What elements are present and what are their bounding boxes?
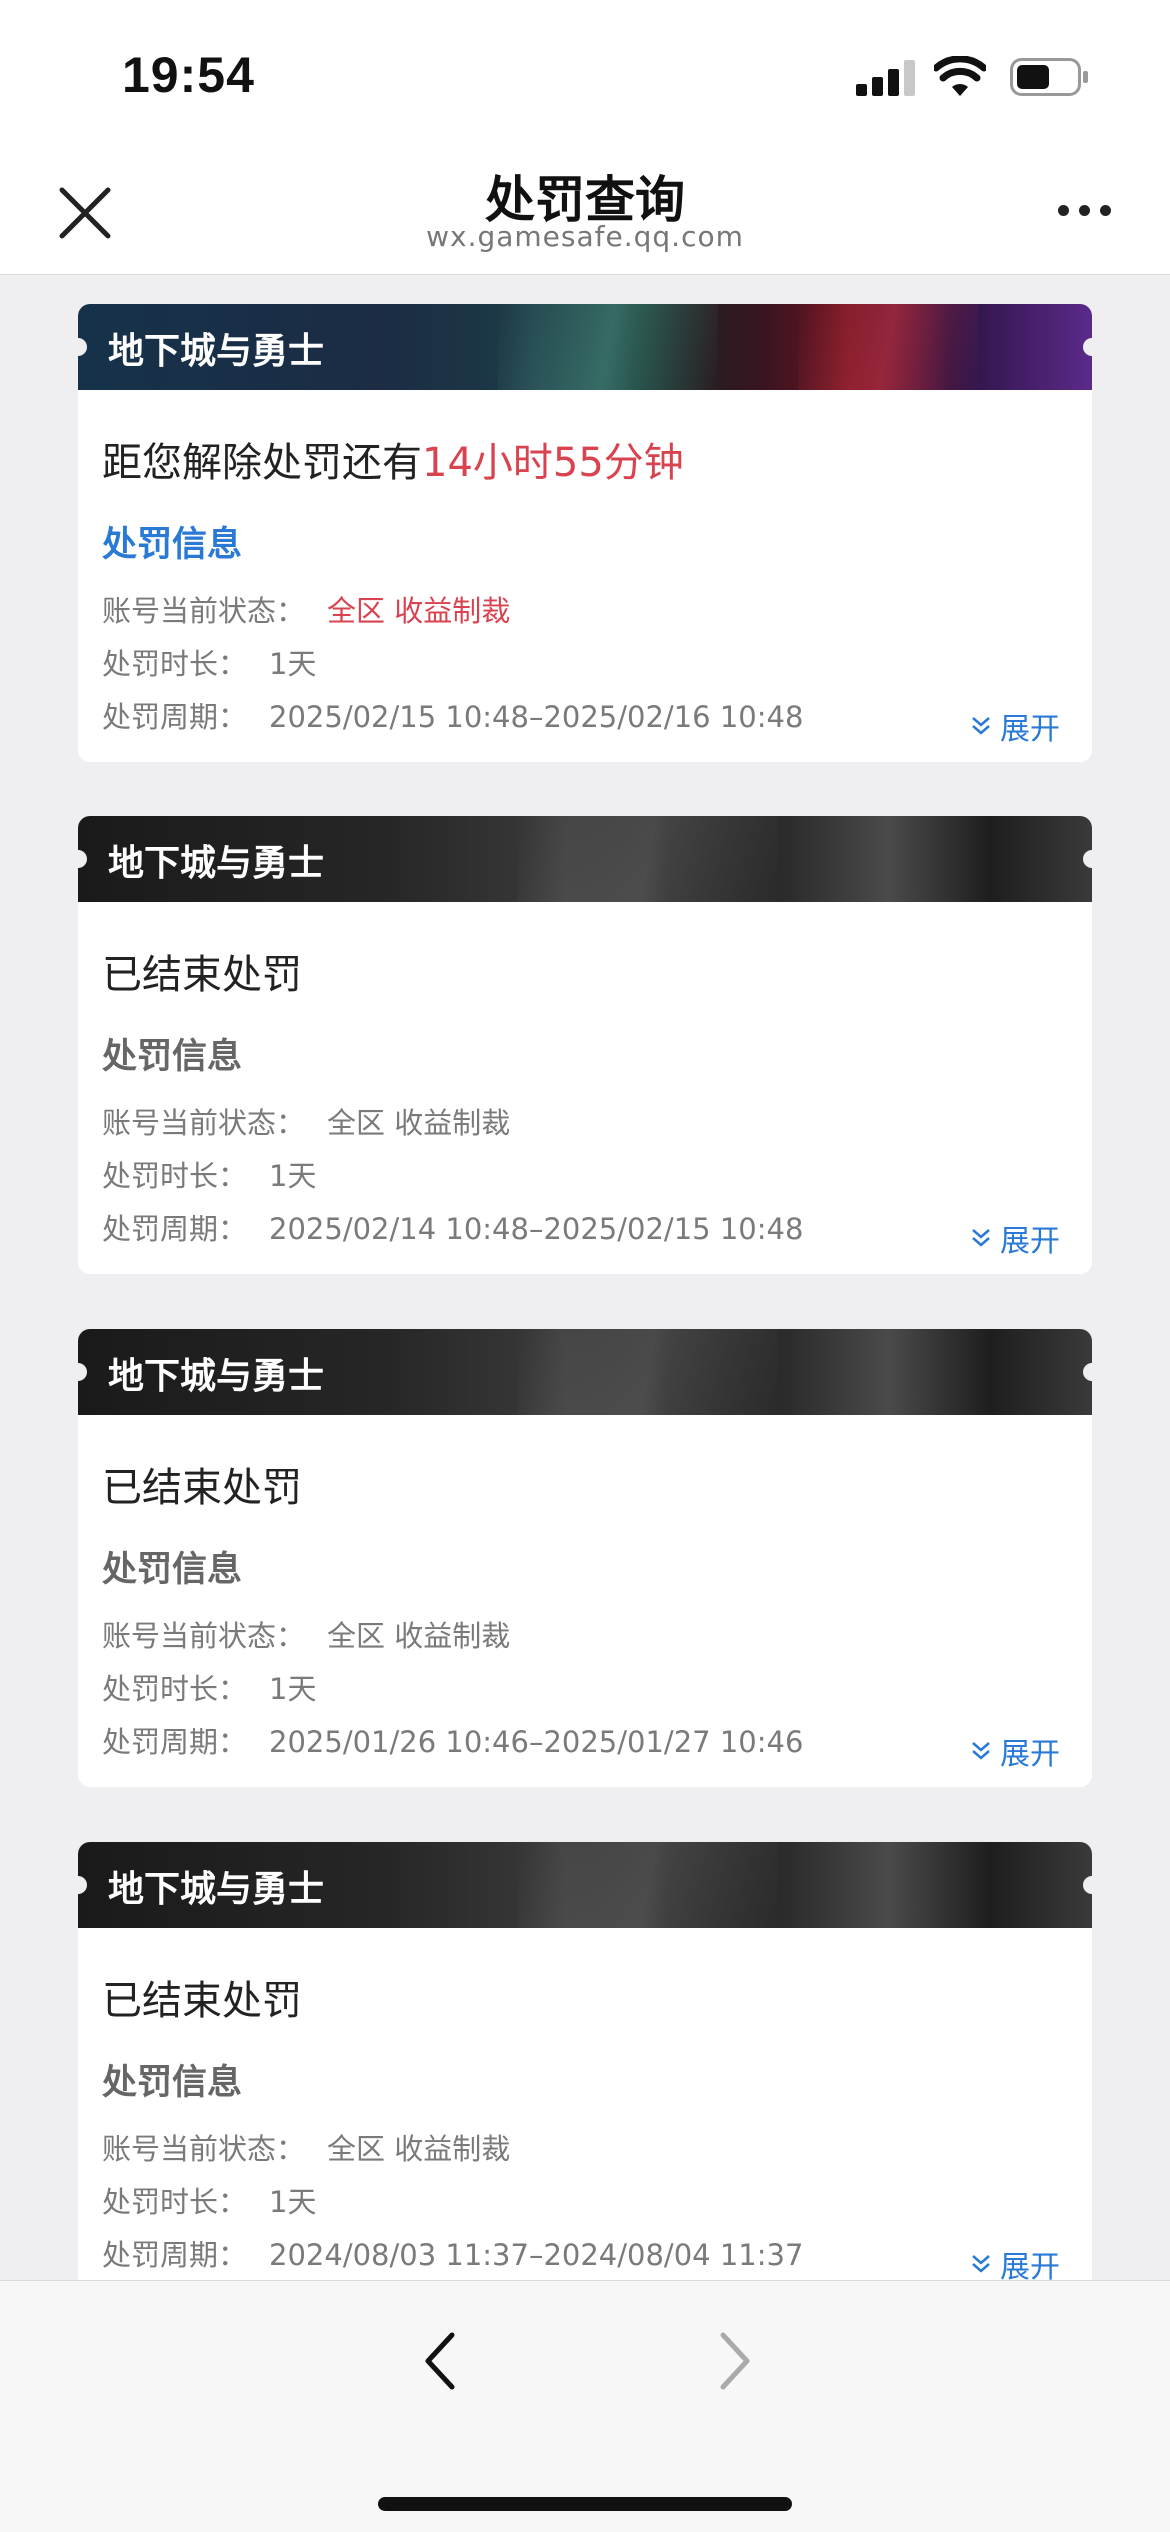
- period-label: 处罚周期：: [102, 2238, 248, 2272]
- double-chevron-down-icon: [972, 717, 990, 735]
- expand-label: 展开: [1000, 1224, 1060, 1259]
- section-title: 处罚信息: [102, 2063, 243, 2103]
- status-value: 全区 收益制裁: [327, 1619, 511, 1653]
- penalty-headline: 已结束处罚: [102, 1465, 302, 1511]
- period-value: 2025/02/15 10:48–2025/02/16 10:48: [269, 700, 804, 734]
- duration-label: 处罚时长：: [102, 1159, 248, 1193]
- battery-icon: [1010, 58, 1088, 96]
- expand-button[interactable]: 展开: [970, 1729, 1060, 1773]
- period-value: 2024/08/03 11:37–2024/08/04 11:37: [269, 2238, 804, 2272]
- status-row: 账号当前状态： 全区 收益制裁: [102, 1613, 510, 1655]
- period-label: 处罚周期：: [102, 700, 248, 734]
- status-value: 全区 收益制裁: [327, 1106, 511, 1140]
- expand-label: 展开: [1000, 1737, 1060, 1772]
- double-chevron-down-icon: [972, 1229, 990, 1247]
- penalty-card: 地下城与勇士 已结束处罚 处罚信息 账号当前状态： 全区 收益制裁 处罚时长： 1天…: [78, 1329, 1092, 1787]
- status-bar: 19:54: [0, 0, 1170, 150]
- game-banner: 地下城与勇士: [78, 816, 1092, 902]
- penalty-card: 地下城与勇士 已结束处罚 处罚信息 账号当前状态： 全区 收益制裁 处罚时长： 1天…: [78, 816, 1092, 1274]
- game-banner: 地下城与勇士: [78, 304, 1092, 390]
- expand-button[interactable]: 展开: [970, 1216, 1060, 1260]
- more-icon[interactable]: [1050, 195, 1120, 225]
- game-name: 地下城与勇士: [108, 1869, 325, 1910]
- status-value: 全区 收益制裁: [327, 594, 511, 628]
- status-label: 账号当前状态：: [102, 2132, 306, 2166]
- duration-row: 处罚时长： 1天: [102, 641, 316, 683]
- game-banner: 地下城与勇士: [78, 1842, 1092, 1928]
- section-title: 处罚信息: [102, 1550, 243, 1590]
- period-row: 处罚周期： 2025/02/15 10:48–2025/02/16 10:48: [102, 694, 803, 736]
- section-title: 处罚信息: [102, 525, 243, 565]
- duration-row: 处罚时长： 1天: [102, 1666, 316, 1708]
- penalty-headline: 已结束处罚: [102, 1978, 302, 2024]
- penalty-card: 地下城与勇士 距您解除处罚还有14小时55分钟 处罚信息 账号当前状态： 全区 收…: [78, 304, 1092, 762]
- status-value: 全区 收益制裁: [327, 2132, 511, 2166]
- game-name: 地下城与勇士: [108, 843, 325, 884]
- home-indicator[interactable]: [378, 2497, 792, 2511]
- double-chevron-down-icon: [972, 1742, 990, 1760]
- status-time: 19:54: [122, 47, 255, 103]
- duration-value: 1天: [269, 1672, 317, 1706]
- bottom-toolbar: [0, 2280, 1170, 2532]
- status-label: 账号当前状态：: [102, 594, 306, 628]
- expand-label: 展开: [1000, 712, 1060, 747]
- status-row: 账号当前状态： 全区 收益制裁: [102, 588, 510, 630]
- signal-icon: [856, 60, 916, 96]
- duration-label: 处罚时长：: [102, 1672, 248, 1706]
- duration-value: 1天: [269, 1159, 317, 1193]
- game-name: 地下城与勇士: [108, 331, 325, 372]
- countdown-text: 14小时55分钟: [422, 440, 684, 486]
- period-value: 2025/01/26 10:46–2025/01/27 10:46: [269, 1725, 804, 1759]
- penalty-headline: 已结束处罚: [102, 952, 302, 998]
- page-url: wx.gamesafe.qq.com: [426, 220, 744, 253]
- double-chevron-down-icon: [972, 2255, 990, 2273]
- period-row: 处罚周期： 2025/01/26 10:46–2025/01/27 10:46: [102, 1719, 803, 1761]
- wifi-icon: [934, 56, 986, 96]
- status-row: 账号当前状态： 全区 收益制裁: [102, 2126, 510, 2168]
- period-row: 处罚周期： 2024/08/03 11:37–2024/08/04 11:37: [102, 2232, 803, 2274]
- status-label: 账号当前状态：: [102, 1619, 306, 1653]
- duration-value: 1天: [269, 647, 317, 681]
- headline-prefix: 距您解除处罚还有: [102, 440, 422, 486]
- duration-row: 处罚时长： 1天: [102, 2179, 316, 2221]
- duration-row: 处罚时长： 1天: [102, 1153, 316, 1195]
- period-label: 处罚周期：: [102, 1725, 248, 1759]
- penalty-headline: 距您解除处罚还有14小时55分钟: [102, 430, 684, 488]
- penalty-card: 地下城与勇士 已结束处罚 处罚信息 账号当前状态： 全区 收益制裁 处罚时长： 1天…: [78, 1842, 1092, 2300]
- period-value: 2025/02/14 10:48–2025/02/15 10:48: [269, 1212, 804, 1246]
- duration-label: 处罚时长：: [102, 647, 248, 681]
- forward-arrow-icon[interactable]: [705, 2321, 765, 2401]
- status-label: 账号当前状态：: [102, 1106, 306, 1140]
- section-title: 处罚信息: [102, 1037, 243, 1077]
- period-row: 处罚周期： 2025/02/14 10:48–2025/02/15 10:48: [102, 1206, 803, 1248]
- status-row: 账号当前状态： 全区 收益制裁: [102, 1100, 510, 1142]
- expand-button[interactable]: 展开: [970, 704, 1060, 748]
- duration-label: 处罚时长：: [102, 2185, 248, 2219]
- period-label: 处罚周期：: [102, 1212, 248, 1246]
- duration-value: 1天: [269, 2185, 317, 2219]
- game-banner: 地下城与勇士: [78, 1329, 1092, 1415]
- back-arrow-icon[interactable]: [410, 2321, 470, 2401]
- game-name: 地下城与勇士: [108, 1356, 325, 1397]
- nav-header: 处罚查询 wx.gamesafe.qq.com: [0, 150, 1170, 275]
